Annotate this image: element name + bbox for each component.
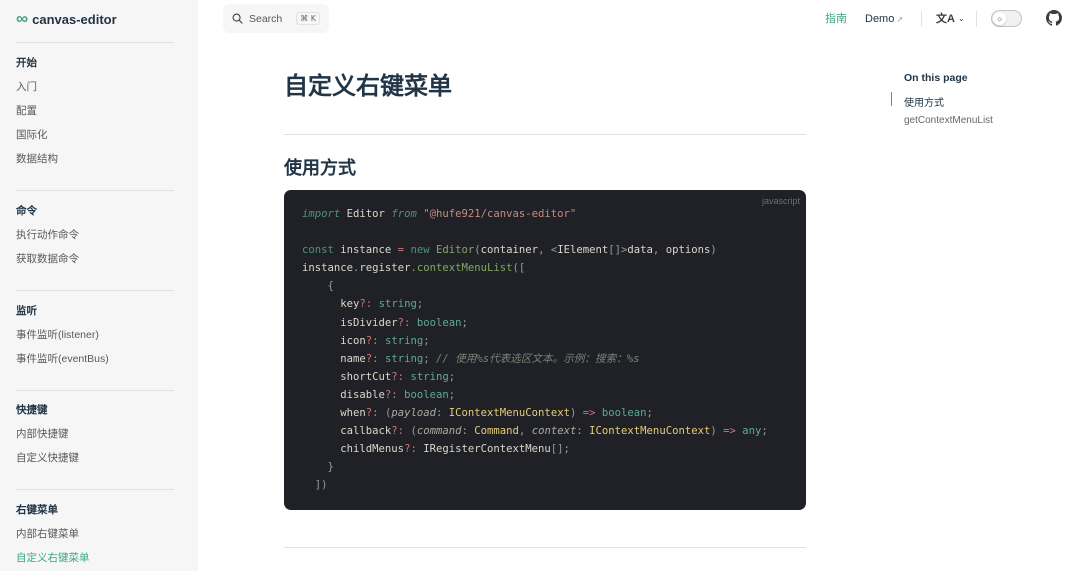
logo-icon: ∞ [16, 9, 28, 28]
search-icon [232, 13, 243, 24]
sidebar-group-title: 命令 [16, 205, 37, 217]
sidebar-divider [16, 390, 174, 391]
sidebar-group-title: 右键菜单 [16, 504, 58, 516]
sidebar-group-contextmenu: 右键菜单 内部右键菜单 自定义右键菜单 [16, 498, 186, 570]
nav-divider [976, 11, 977, 27]
code-content: import Editor from "@hufe921/canvas-edit… [302, 208, 768, 492]
section-divider [284, 134, 806, 135]
sidebar-item-execute-command[interactable]: 执行动作命令 [16, 223, 186, 247]
site-title: canvas-editor [32, 11, 117, 27]
sidebar-item-schema[interactable]: 数据结构 [16, 147, 186, 171]
sidebar-group-title: 快捷键 [16, 404, 48, 416]
page-outline: On this page [891, 71, 1051, 85]
sidebar-item-get-command[interactable]: 获取数据命令 [16, 247, 186, 271]
nav-demo-label: Demo [865, 13, 895, 25]
chevron-down-icon: ⌄ [957, 13, 965, 23]
sidebar-item-internal-contextmenu[interactable]: 内部右键菜单 [16, 522, 186, 546]
translate-icon: 文A [936, 13, 955, 25]
sidebar-group-shortcut: 快捷键 内部快捷键 自定义快捷键 [16, 398, 186, 470]
outline-active-marker [891, 92, 892, 106]
sidebar-item-custom-shortcut[interactable]: 自定义快捷键 [16, 446, 186, 470]
theme-toggle[interactable]: ☼ [991, 10, 1022, 27]
sidebar-divider [16, 489, 174, 490]
sidebar-group-start: 开始 入门 配置 国际化 数据结构 [16, 51, 186, 171]
nav-link-guide[interactable]: 指南 [825, 12, 847, 26]
sidebar-item-intro[interactable]: 入门 [16, 75, 186, 99]
page-title: 自定义右键菜单 [284, 73, 452, 100]
sidebar-group-listener: 监听 事件监听(listener) 事件监听(eventBus) [16, 299, 186, 371]
sun-icon: ☼ [993, 12, 1006, 25]
sidebar-item-internal-shortcut[interactable]: 内部快捷键 [16, 422, 186, 446]
outline-link-usage[interactable]: 使用方式 [904, 94, 944, 109]
outline-title: On this page [904, 72, 968, 84]
section-title: 使用方式 [284, 158, 356, 178]
outline-link-getcontextmenulist[interactable]: getContextMenuList [904, 115, 993, 126]
sidebar-item-config[interactable]: 配置 [16, 99, 186, 123]
search-shortcut: ⌘ K [296, 12, 320, 25]
language-switcher[interactable]: 文A ⌄ [936, 10, 965, 26]
sidebar-divider [16, 42, 174, 43]
external-link-icon: ↗ [896, 15, 904, 24]
github-icon[interactable] [1046, 10, 1062, 26]
site-logo[interactable]: ∞ canvas-editor [16, 9, 117, 28]
nav-divider [921, 11, 922, 27]
sidebar-group-title: 监听 [16, 305, 37, 317]
nav-link-demo[interactable]: Demo ↗ [865, 12, 903, 27]
search-button[interactable]: Search ⌘ K [223, 4, 329, 33]
sidebar-group-command: 命令 执行动作命令 获取数据命令 [16, 199, 186, 271]
search-label: Search [249, 12, 283, 25]
section-divider [284, 547, 806, 548]
sidebar-item-i18n[interactable]: 国际化 [16, 123, 186, 147]
sidebar-divider [16, 190, 174, 191]
sidebar: ∞ canvas-editor 开始 入门 配置 国际化 数据结构 命令 执行动… [0, 0, 198, 571]
sidebar-item-custom-contextmenu[interactable]: 自定义右键菜单 [16, 546, 186, 570]
sidebar-item-eventbus[interactable]: 事件监听(eventBus) [16, 347, 186, 371]
code-block[interactable]: javascript import Editor from "@hufe921/… [284, 190, 806, 510]
sidebar-group-title: 开始 [16, 57, 37, 69]
sidebar-item-listener[interactable]: 事件监听(listener) [16, 323, 186, 347]
sidebar-divider [16, 290, 174, 291]
